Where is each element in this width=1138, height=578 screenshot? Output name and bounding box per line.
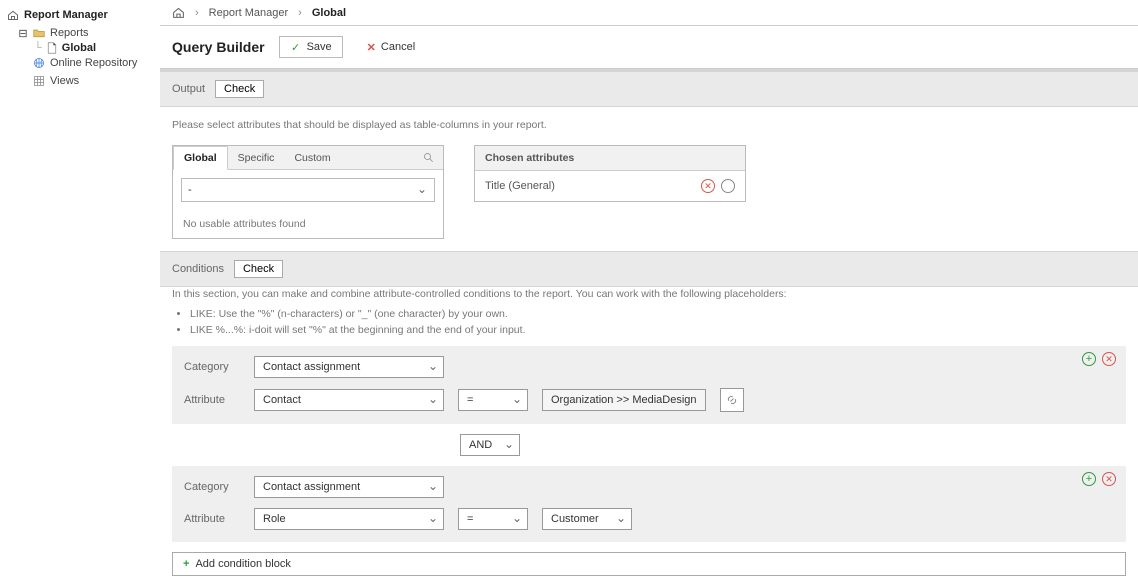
output-check-button[interactable]: Check bbox=[215, 80, 264, 98]
attribute-label: Attribute bbox=[184, 394, 240, 406]
category-value: Contact assignment bbox=[254, 476, 444, 498]
attribute-select[interactable]: Contact bbox=[254, 389, 444, 411]
category-select[interactable]: Contact assignment bbox=[254, 476, 444, 498]
add-condition-button[interactable]: + bbox=[1082, 472, 1096, 486]
logical-operator-value: AND bbox=[460, 434, 520, 456]
page-title: Query Builder bbox=[172, 39, 265, 55]
home-icon[interactable] bbox=[172, 6, 185, 19]
plus-icon: + bbox=[183, 558, 189, 570]
category-label: Category bbox=[184, 481, 240, 493]
attribute-value: Role bbox=[254, 508, 444, 530]
tree-reports-label: Reports bbox=[50, 27, 89, 39]
folder-icon bbox=[32, 26, 46, 40]
document-icon bbox=[46, 42, 58, 54]
tree-online-repo-label: Online Repository bbox=[50, 57, 137, 69]
category-select[interactable]: Contact assignment bbox=[254, 356, 444, 378]
attribute-value: Contact bbox=[254, 389, 444, 411]
tree-root[interactable]: Report Manager bbox=[6, 6, 159, 24]
operator-value: = bbox=[458, 389, 528, 411]
attribute-label: Attribute bbox=[184, 513, 240, 525]
no-attributes-msg: No usable attributes found bbox=[173, 210, 443, 238]
value-select[interactable]: Customer bbox=[542, 508, 632, 530]
sidebar: Report Manager ⊟ Reports └ Global · Onli… bbox=[0, 0, 160, 578]
attribute-category-value: - bbox=[181, 178, 435, 202]
cancel-label: Cancel bbox=[381, 41, 415, 53]
condition-value-text: Organization >> MediaDesign bbox=[551, 394, 697, 406]
operator-select[interactable]: = bbox=[458, 389, 528, 411]
tab-custom[interactable]: Custom bbox=[284, 147, 340, 169]
titlebar: Query Builder ✓ Save ✕ Cancel bbox=[160, 26, 1138, 69]
check-icon: ✓ bbox=[290, 41, 302, 53]
conditions-band: Conditions Check bbox=[160, 251, 1138, 287]
condition-block-1: + ✕ Category Contact assignment Attribut… bbox=[172, 346, 1126, 424]
category-label: Category bbox=[184, 361, 240, 373]
globe-icon bbox=[32, 56, 46, 70]
conditions-help-li2: LIKE %...%: i-doit will set "%" at the b… bbox=[190, 323, 1126, 339]
output-section: Please select attributes that should be … bbox=[160, 107, 1138, 251]
remove-block-button[interactable]: ✕ bbox=[1102, 472, 1116, 486]
chosen-attribute-row: Title (General) ✕ bbox=[475, 171, 745, 201]
tree-global-label: Global bbox=[62, 42, 96, 54]
output-label: Output bbox=[172, 83, 205, 95]
home-icon bbox=[6, 8, 20, 22]
breadcrumb: › Report Manager › Global bbox=[160, 0, 1138, 26]
attribute-option-button[interactable] bbox=[721, 179, 735, 193]
tab-specific[interactable]: Specific bbox=[228, 147, 285, 169]
grid-icon bbox=[32, 74, 46, 88]
expander-icon[interactable]: ⊟ bbox=[18, 27, 28, 40]
condition-block-2: + ✕ Category Contact assignment Attribut… bbox=[172, 466, 1126, 542]
attribute-tabs: Global Specific Custom bbox=[173, 146, 443, 170]
chevron-right-icon: › bbox=[195, 7, 199, 19]
search-icon[interactable] bbox=[415, 152, 443, 164]
add-condition-button[interactable]: + bbox=[1082, 352, 1096, 366]
add-block-label: Add condition block bbox=[195, 558, 290, 570]
conditions-help-li1: LIKE: Use the "%" (n-characters) or "_" … bbox=[190, 307, 1126, 323]
tab-global[interactable]: Global bbox=[173, 146, 228, 170]
remove-block-button[interactable]: ✕ bbox=[1102, 352, 1116, 366]
attribute-category-select[interactable]: - bbox=[181, 178, 435, 202]
tree-views[interactable]: · Views bbox=[6, 72, 159, 90]
save-button[interactable]: ✓ Save bbox=[279, 36, 343, 58]
tree-views-label: Views bbox=[50, 75, 79, 87]
attribute-chooser: Global Specific Custom - No usable attri… bbox=[172, 145, 444, 239]
remove-attribute-button[interactable]: ✕ bbox=[701, 179, 715, 193]
close-icon: ✕ bbox=[367, 41, 376, 54]
tree-online-repo[interactable]: · Online Repository bbox=[6, 54, 159, 72]
condition-value-chip: Organization >> MediaDesign bbox=[542, 389, 706, 411]
cancel-button[interactable]: ✕ Cancel bbox=[357, 37, 425, 58]
operator-value: = bbox=[458, 508, 528, 530]
chosen-attributes: Chosen attributes Title (General) ✕ bbox=[474, 145, 746, 202]
value-text: Customer bbox=[542, 508, 632, 530]
output-help: Please select attributes that should be … bbox=[172, 119, 1126, 131]
chosen-header: Chosen attributes bbox=[475, 146, 745, 171]
add-condition-block-button[interactable]: + Add condition block bbox=[172, 552, 1126, 576]
conditions-check-button[interactable]: Check bbox=[234, 260, 283, 278]
logical-operator-row: AND bbox=[160, 434, 1138, 456]
chevron-right-icon: › bbox=[298, 7, 302, 19]
link-picker-button[interactable] bbox=[720, 388, 744, 412]
breadcrumb-item[interactable]: Report Manager bbox=[209, 7, 289, 19]
tree-reports[interactable]: ⊟ Reports bbox=[6, 24, 159, 42]
breadcrumb-current: Global bbox=[312, 7, 346, 19]
conditions-help-intro: In this section, you can make and combin… bbox=[172, 287, 1126, 303]
logical-operator-select[interactable]: AND bbox=[460, 434, 520, 456]
attribute-select[interactable]: Role bbox=[254, 508, 444, 530]
main: › Report Manager › Global Query Builder … bbox=[160, 0, 1138, 578]
category-value: Contact assignment bbox=[254, 356, 444, 378]
tree-global[interactable]: └ Global bbox=[6, 42, 159, 54]
operator-select[interactable]: = bbox=[458, 508, 528, 530]
conditions-help: In this section, you can make and combin… bbox=[160, 287, 1138, 346]
conditions-label: Conditions bbox=[172, 263, 224, 275]
chosen-attribute-label: Title (General) bbox=[485, 180, 695, 192]
save-label: Save bbox=[307, 41, 332, 53]
tree-root-label: Report Manager bbox=[24, 9, 108, 21]
output-band: Output Check bbox=[160, 71, 1138, 107]
